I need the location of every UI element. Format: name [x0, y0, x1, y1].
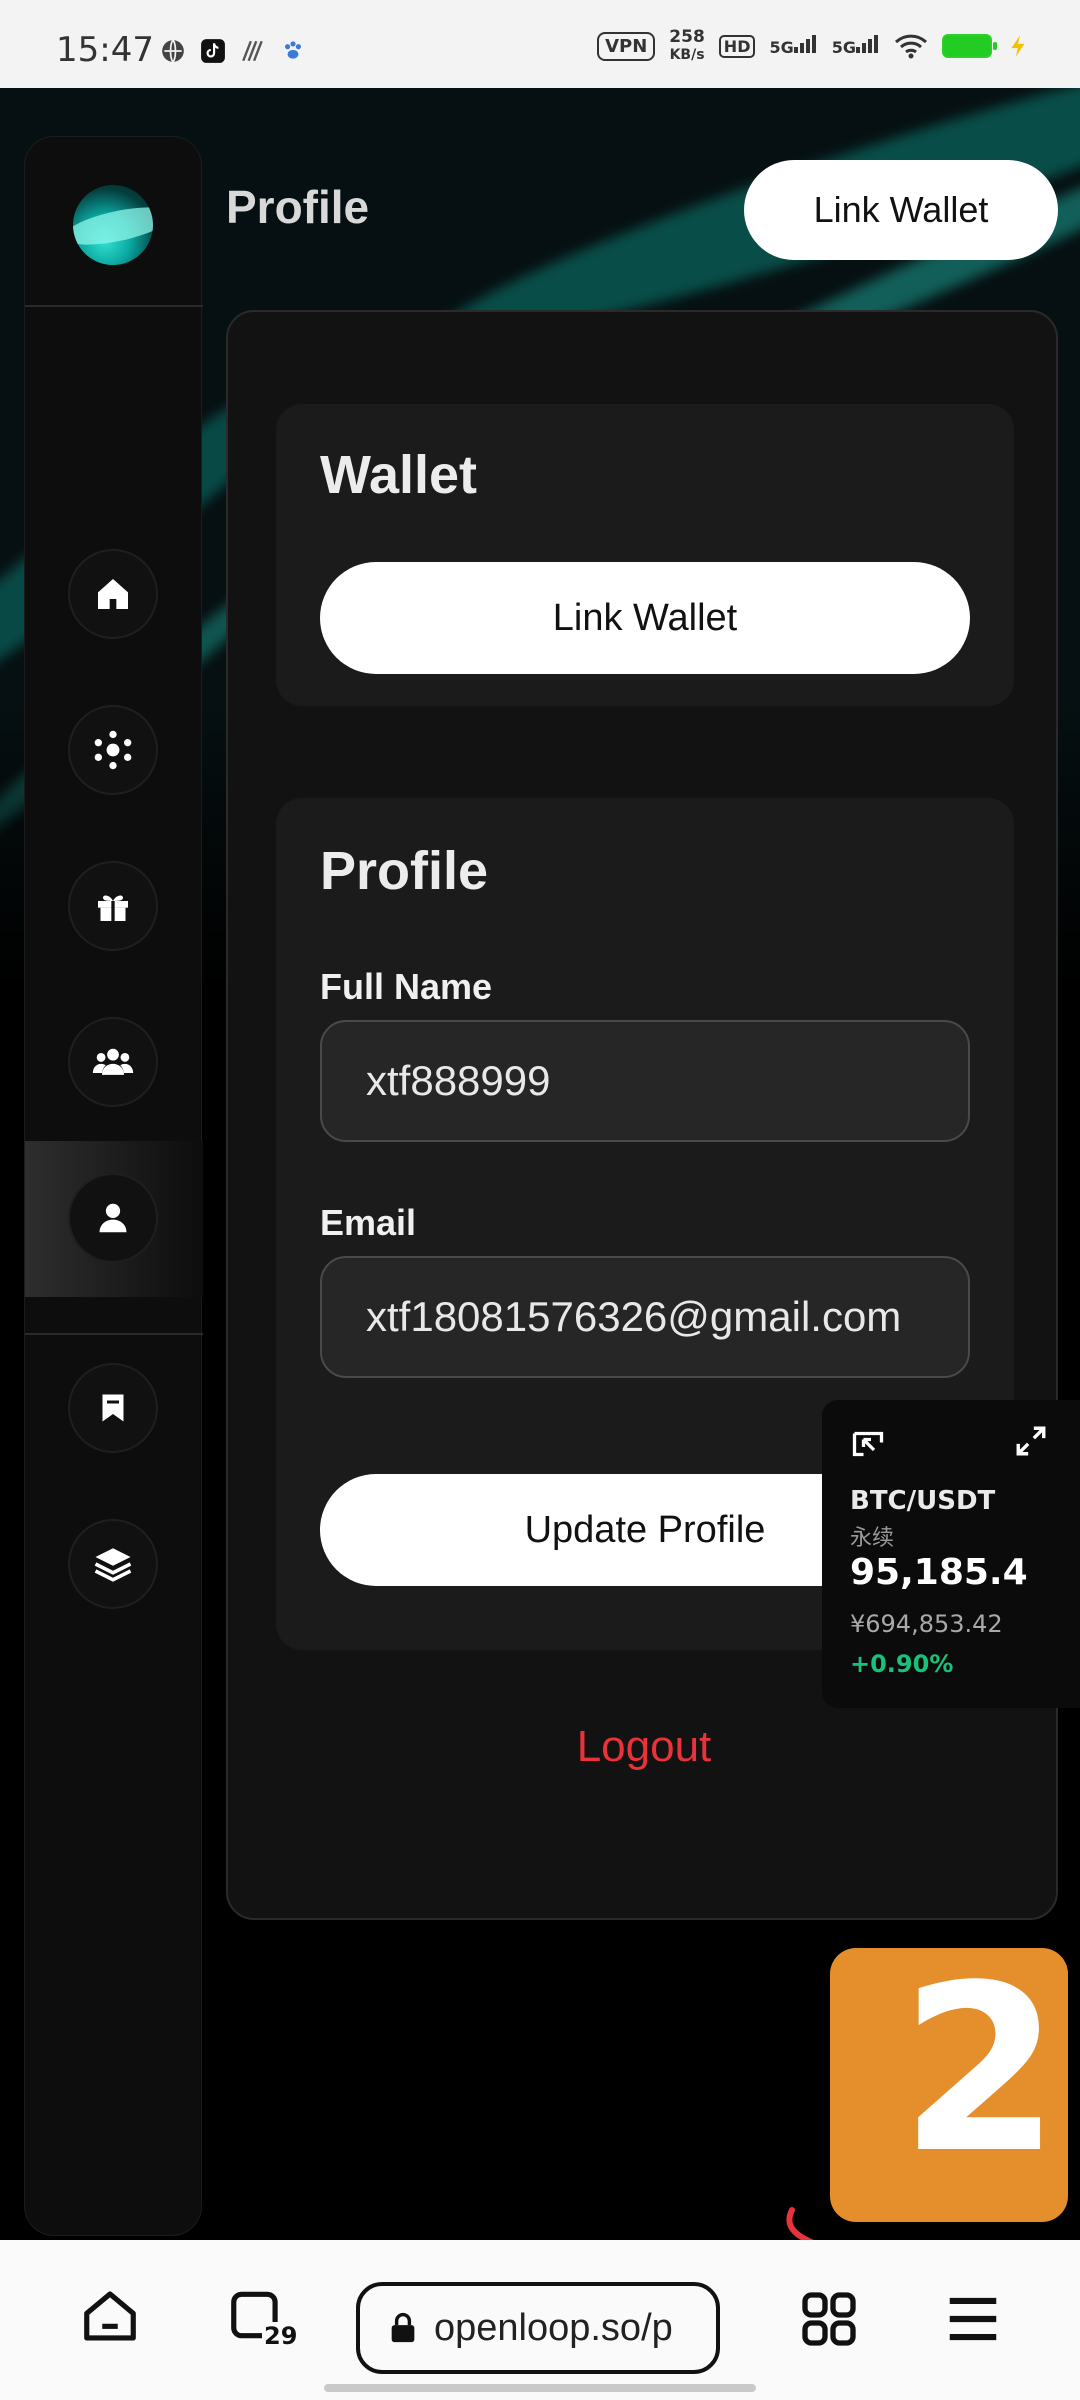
vpn-badge: VPN: [597, 31, 656, 61]
battery-icon: [942, 34, 997, 58]
layers-icon: [94, 1548, 132, 1582]
tiktok-icon: [201, 39, 225, 63]
sidebar-item-saved[interactable]: [68, 1363, 158, 1453]
home-indicator[interactable]: [324, 2384, 756, 2392]
full-name-field[interactable]: xtf888999: [320, 1020, 970, 1142]
ticker-change: +0.90%: [850, 1650, 954, 1678]
lock-icon: [391, 2312, 415, 2343]
orange-number-badge[interactable]: 2: [830, 1948, 1068, 2222]
status-time: 15:47: [56, 30, 154, 70]
status-right-icons: VPN 258 KB/s HD 5G 5G: [597, 28, 1032, 64]
signal-5g-2: 5G: [832, 35, 880, 57]
openloop-logo[interactable]: [73, 185, 153, 265]
network-speed: 258 KB/s: [669, 28, 705, 64]
url-bar[interactable]: openloop.so/p: [356, 2282, 720, 2374]
grid-icon: [802, 2292, 856, 2346]
email-label: Email: [320, 1202, 417, 1243]
speed-value: 258: [669, 27, 705, 47]
hd-badge: HD: [718, 34, 756, 58]
sidebar-divider: [25, 1333, 203, 1335]
sidebar-item-profile[interactable]: [68, 1173, 158, 1263]
user-icon: [99, 1203, 127, 1233]
signal-5g-1-label: 5G: [769, 38, 794, 57]
users-icon: [92, 1048, 134, 1075]
sidebar-divider: [25, 305, 203, 307]
tabs-button[interactable]: 29: [212, 2270, 302, 2360]
page-title: Profile: [226, 181, 370, 233]
home-icon: [84, 2291, 136, 2341]
speed-unit: KB/s: [669, 47, 705, 63]
sidebar-item-community[interactable]: [68, 1017, 158, 1107]
ticker-pair: BTC/USDT: [850, 1486, 996, 1516]
gift-icon: [98, 895, 128, 921]
logout-button[interactable]: Logout: [228, 1722, 1060, 1772]
link-wallet-button[interactable]: Link Wallet: [320, 562, 970, 674]
signal-bars-icon: [793, 35, 816, 53]
stripes-app-icon: [242, 40, 263, 62]
profile-card-title: Profile: [320, 841, 489, 901]
browser-home-button[interactable]: [70, 2276, 150, 2356]
browser-bottom-bar: 29 openloop.so/p: [0, 2240, 1080, 2400]
wallet-card-title: Wallet: [320, 445, 478, 505]
btc-ticker-widget[interactable]: BTC/USDT 永续 95,185.4 ¥694,853.42 +0.90%: [822, 1400, 1080, 1708]
menu-button[interactable]: [930, 2276, 1016, 2362]
expand-icon[interactable]: [1014, 1424, 1048, 1458]
shrink-window-icon[interactable]: [848, 1426, 888, 1462]
home-icon: [98, 579, 128, 609]
signal-5g-1: 5G: [769, 35, 817, 57]
sidebar-item-layers[interactable]: [68, 1519, 158, 1609]
sidebar-item-home[interactable]: [68, 549, 158, 639]
network-icon: [94, 730, 132, 770]
url-text: openloop.so/p: [434, 2306, 673, 2349]
header-link-wallet-button[interactable]: Link Wallet: [744, 160, 1058, 260]
sidebar-item-network[interactable]: [68, 705, 158, 795]
email-field[interactable]: xtf18081576326@gmail.com: [320, 1256, 970, 1378]
apps-grid-button[interactable]: [784, 2274, 874, 2364]
tab-count: 29: [262, 2322, 300, 2350]
wifi-icon: [894, 34, 928, 59]
ticker-cny-price: ¥694,853.42: [850, 1610, 1003, 1638]
status-bar: 15:47 VPN 258 KB/s HD 5G 5G: [0, 0, 1080, 88]
signal-bars-icon: [856, 35, 878, 53]
ticker-subtitle: 永续: [850, 1526, 895, 1551]
sidebar: [24, 136, 203, 2236]
hamburger-menu-icon: [949, 2297, 997, 2341]
signal-5g-2-label: 5G: [831, 38, 856, 57]
charging-icon: [1011, 35, 1025, 57]
globe-icon: [162, 39, 184, 63]
status-left-icons: [160, 38, 306, 64]
paw-icon: [284, 41, 302, 59]
bookmark-icon: [102, 1394, 124, 1422]
badge-number: 2: [900, 1937, 1061, 2204]
ticker-price: 95,185.4: [850, 1552, 1028, 1593]
wallet-card: Wallet Link Wallet: [276, 404, 1014, 706]
sidebar-item-rewards[interactable]: [68, 861, 158, 951]
full-name-label: Full Name: [320, 966, 493, 1007]
